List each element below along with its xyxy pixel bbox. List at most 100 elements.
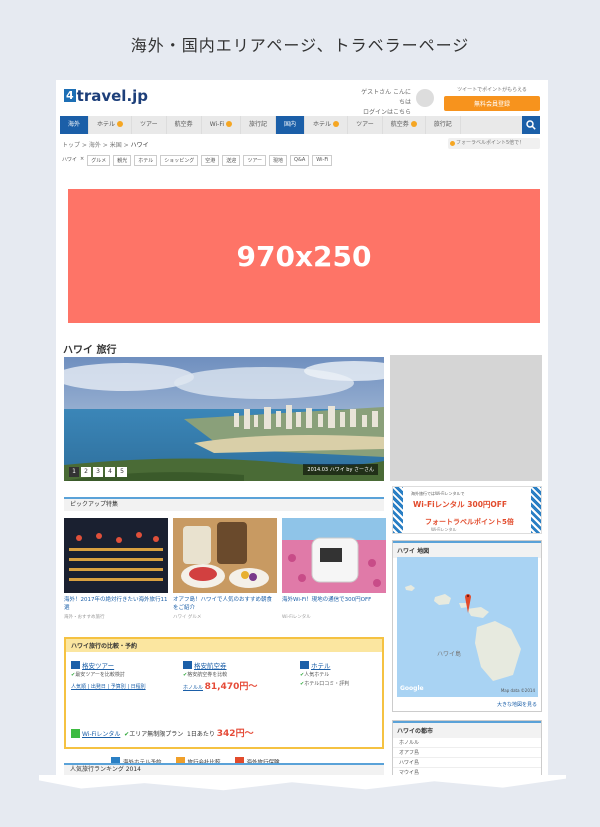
tour-link[interactable]: 格安ツアー (71, 661, 146, 671)
banner-line: Wi-Fiレンタル (431, 527, 457, 532)
pickup-image (282, 518, 386, 593)
nav-item-tour[interactable]: ツアー (132, 116, 167, 134)
hotel-link[interactable]: ホテル (300, 661, 349, 671)
hero-slideshow[interactable]: 1 2 3 4 5 2014.03 ハワイ by さーさん (64, 357, 384, 481)
air-link[interactable]: 格安航空券 (183, 661, 257, 671)
tag[interactable]: グルメ (87, 155, 111, 166)
map-region-label: ハワイ島 (437, 651, 462, 658)
map-canvas[interactable]: ハワイ島 Google Map data ©2014 (397, 557, 538, 697)
nav-item-hotel-domestic[interactable]: ホテル (305, 116, 349, 134)
pickup-title[interactable]: 海外Wi-Fi！現地の通信で300円OFF (282, 596, 386, 612)
slide-dot[interactable]: 3 (93, 467, 103, 477)
hotel-line: 人気ホテル (304, 672, 330, 678)
avatar[interactable] (416, 89, 434, 107)
map-more-link[interactable]: 大きな地図を見る (497, 701, 537, 708)
category-tags: ハワイ × グルメ 観光 ホテル ショッピング 空港 送迎 ツアー 現地 Q&A… (62, 155, 333, 166)
tour-title: 格安ツアー (82, 662, 115, 670)
promo-box: ツイートでポイントがもらえる 無料会員登録 (444, 86, 540, 111)
tag-area: ハワイ (62, 155, 78, 166)
follow-label: フォーラベルポイント5倍で！ (456, 140, 525, 146)
pickup-card[interactable]: オアフ島！ハワイで人気のおすすめ朝食をご紹介 ハワイ グルメ (173, 518, 277, 620)
slide-dot[interactable]: 5 (117, 467, 127, 477)
photo-credit[interactable]: 2014.03 ハワイ by さーさん (303, 464, 378, 475)
breadcrumb-item[interactable]: 米国 (110, 142, 122, 149)
tag[interactable]: ショッピング (160, 155, 199, 166)
tour-sublinks[interactable]: 人気順 | 出発日 | 予算別 | 日程別 (71, 683, 146, 692)
tag[interactable]: 送迎 (222, 155, 241, 166)
register-button[interactable]: 無料会員登録 (444, 96, 540, 111)
logo-text: travel.jp (76, 87, 149, 105)
nav-item-travelogue[interactable]: 旅行記 (241, 116, 277, 134)
breadcrumb-item[interactable]: 海外 (89, 142, 101, 149)
nav-label: ツアー (356, 121, 374, 128)
city-link[interactable]: ハワイ島 (393, 758, 541, 768)
ranking-section-title: 人気旅行ランキング 2014 (64, 763, 384, 775)
breadcrumb-current: ハワイ (130, 142, 149, 149)
wifi-line: エリア無制限プラン (129, 731, 184, 738)
pickup-meta: 海外・おすすめ旅行 (64, 615, 105, 620)
nav-item-wifi[interactable]: Wi-Fi (202, 116, 242, 134)
ad-placeholder[interactable]: 970x250 (68, 189, 540, 323)
nav-item-hotel[interactable]: ホテル (89, 116, 133, 134)
nav-item-travelogue-domestic[interactable]: 旅行記 (426, 116, 461, 134)
pickup-image (64, 518, 168, 593)
tour-icon (71, 661, 80, 669)
tag[interactable]: Wi-Fi (312, 155, 333, 166)
tag[interactable]: 観光 (113, 155, 132, 166)
wifi-banner[interactable]: 海外旅行ではWi-Fiレンタルで Wi-Fiレンタル 300円OFF フォートラ… (392, 486, 542, 534)
wifi-icon (71, 729, 80, 738)
coin-icon (450, 141, 455, 146)
pickup-card[interactable]: 海外！2017年の絶対行きたい海外旅行11選 海外・おすすめ旅行 (64, 518, 168, 620)
slide-dot[interactable]: 1 (69, 467, 79, 477)
compare-title: ハワイ旅行の比較・予約 (66, 639, 382, 652)
page-caption: 海外・国内エリアページ、トラベラーページ (130, 36, 470, 55)
tag[interactable]: 空港 (201, 155, 220, 166)
compare-hotel: ホテル ✔人気ホテル ✔ホテル口コミ・評判 (300, 661, 349, 689)
tag[interactable]: ツアー (243, 155, 267, 166)
tag[interactable]: 現地 (269, 155, 288, 166)
nav-label: 航空券 (390, 121, 409, 128)
city-link[interactable]: ホノルル (393, 738, 541, 748)
pickup-list: 海外！2017年の絶対行きたい海外旅行11選 海外・おすすめ旅行 オアフ島！ハワ… (64, 518, 386, 620)
pickup-card[interactable]: 海外Wi-Fi！現地の通信で300円OFF Wi-Fiレンタル (282, 518, 386, 620)
banner-stripe (531, 487, 541, 533)
slide-dot[interactable]: 4 (105, 467, 115, 477)
city-link[interactable]: オアフ島 (393, 748, 541, 758)
pickup-title[interactable]: オアフ島！ハワイで人気のおすすめ朝食をご紹介 (173, 596, 277, 612)
site-logo[interactable]: 4 travel.jp (64, 87, 149, 105)
login-prompt[interactable]: ゲストさん こんにちは ログインはこちら (356, 88, 411, 118)
wifi-title[interactable]: Wi-Fiレンタル (82, 731, 120, 738)
search-button[interactable] (522, 116, 540, 134)
nav-label: ツアー (140, 121, 158, 128)
pickup-section-title: ピックアップ特集 (64, 497, 384, 511)
banner-line: Wi-Fiレンタル 300円OFF (413, 500, 508, 509)
tag[interactable]: ホテル (134, 155, 158, 166)
compare-tour: 格安ツアー ✔最安ツアーを比較検討 人気順 | 出発日 | 予算別 | 日程別 (71, 661, 146, 692)
slide-dot[interactable]: 2 (81, 467, 91, 477)
breadcrumb-item[interactable]: トップ (62, 142, 80, 149)
logo-mark: 4 (64, 89, 76, 102)
nav-item-domestic[interactable]: 国内 (276, 116, 306, 134)
plane-icon (183, 661, 192, 669)
tag[interactable]: Q&A (290, 155, 310, 166)
compare-wifi[interactable]: Wi-Fiレンタル ✔エリア無制限プラン 1日あたり 342円〜 (71, 726, 254, 739)
nav-label: ホテル (97, 121, 116, 128)
follow-button[interactable]: フォーラベルポイント5倍で！ (448, 138, 540, 149)
nav-item-air[interactable]: 航空券 (167, 116, 202, 134)
nav-label: 旅行記 (249, 121, 268, 128)
main-nav: 海外 ホテル ツアー 航空券 Wi-Fi 旅行記 国内 ホテル ツアー 航空券 … (60, 116, 540, 134)
badge-icon (333, 121, 340, 127)
hotel-title: ホテル (311, 662, 331, 670)
hero-image (64, 357, 384, 481)
promo-text: ツイートでポイントがもらえる (457, 87, 527, 93)
air-route-link[interactable]: ホノルル (183, 685, 203, 691)
cities-title: ハワイの都市 (393, 721, 541, 738)
nav-item-overseas[interactable]: 海外 (60, 116, 90, 134)
close-icon[interactable]: × (80, 155, 85, 166)
badge-icon (117, 121, 124, 127)
pickup-title[interactable]: 海外！2017年の絶対行きたい海外旅行11選 (64, 596, 168, 612)
nav-item-tour-domestic[interactable]: ツアー (348, 116, 383, 134)
nav-item-air-domestic[interactable]: 航空券 (383, 116, 426, 134)
badge-icon (226, 121, 233, 127)
tour-line: 最安ツアーを比較検討 (75, 672, 125, 678)
